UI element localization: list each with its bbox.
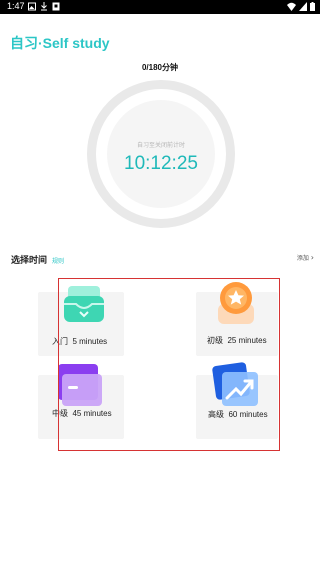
daily-progress-text: 0/180分钟 — [141, 63, 179, 72]
wifi-icon — [287, 2, 296, 11]
app-notification-icon — [52, 2, 60, 11]
signal-icon — [299, 2, 307, 11]
add-button[interactable]: 添加 › — [297, 253, 314, 262]
chevron-right-icon: › — [310, 253, 314, 262]
status-time: 1:47 — [7, 1, 25, 11]
gallery-icon — [28, 2, 36, 11]
add-label: 添加 — [296, 255, 309, 262]
highlight-box — [58, 278, 280, 451]
page-title: 自习·Self study — [10, 35, 110, 51]
battery-icon — [310, 2, 315, 11]
download-icon — [41, 2, 47, 11]
rules-link[interactable]: 规则 — [52, 256, 64, 265]
status-bar: 1:47 — [0, 0, 320, 14]
timer-time: 10:12:25 — [124, 153, 198, 174]
section-title: 选择时间 — [11, 256, 48, 266]
timer-label: 自习至关闭前计时 — [136, 142, 185, 149]
